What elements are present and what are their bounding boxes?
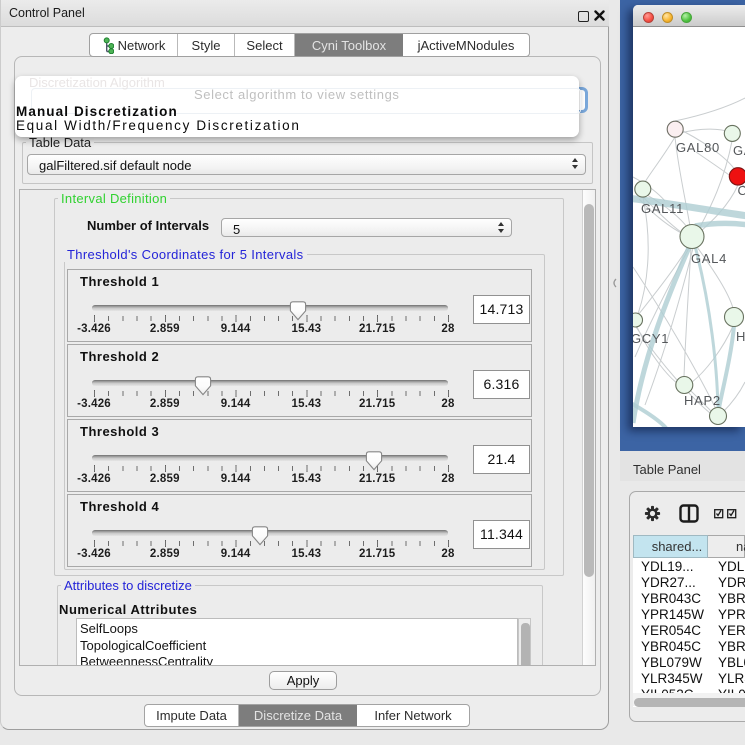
svg-text:C: C (738, 183, 745, 198)
svg-text:GA: GA (733, 143, 745, 158)
svg-text:GAL11: GAL11 (641, 201, 684, 216)
svg-text:GAL4: GAL4 (691, 251, 727, 266)
svg-text:HAP2: HAP2 (684, 393, 721, 408)
svg-text:GAL80: GAL80 (676, 140, 720, 155)
svg-text:GCY1: GCY1 (633, 331, 669, 346)
svg-text:HA: HA (736, 329, 745, 344)
